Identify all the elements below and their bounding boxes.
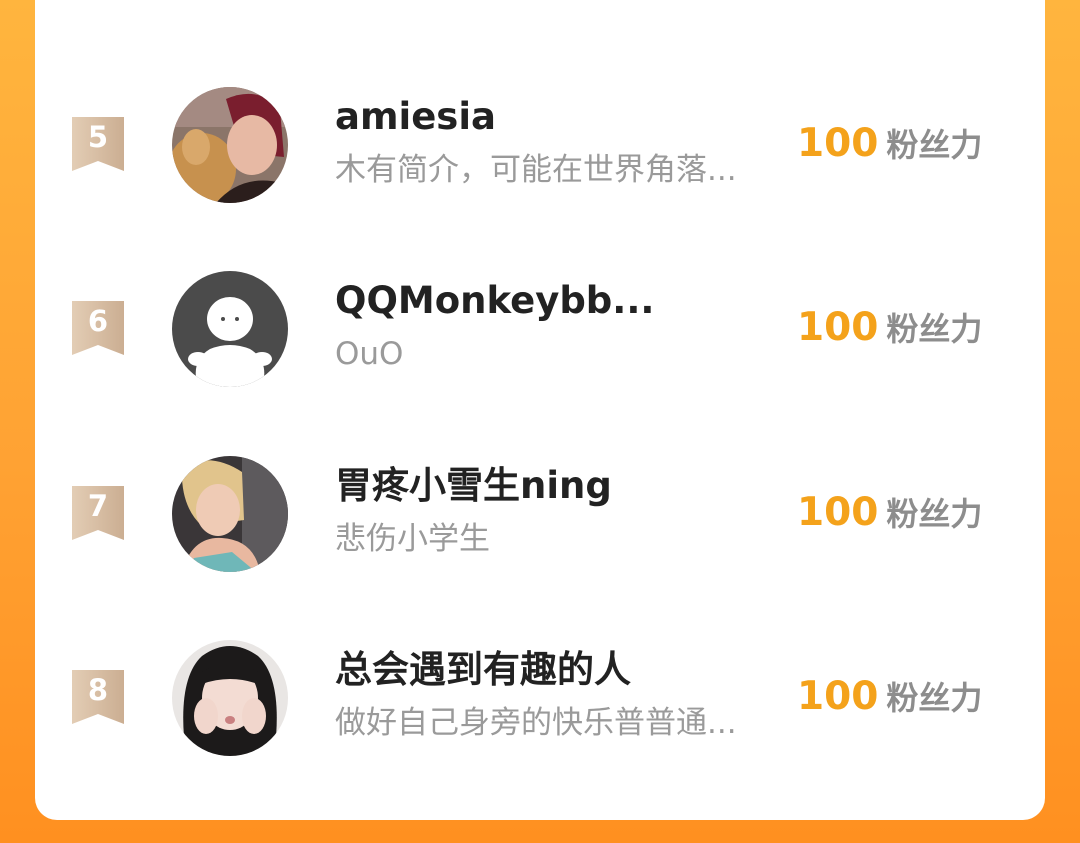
rank-number: 6 <box>87 304 109 338</box>
user-avatar[interactable] <box>172 87 288 203</box>
fan-power-score: 100 粉丝力 <box>797 119 982 169</box>
user-name[interactable]: QQMonkeybb... <box>335 277 755 325</box>
user-bio: OuO <box>335 336 404 372</box>
fan-power-score: 100 粉丝力 <box>797 672 982 722</box>
score-unit: 粉丝力 <box>886 126 983 164</box>
ranking-row[interactable]: 8 总会遇到有趣的人 做好自己身旁的快乐普普通... 100 粉丝力 <box>35 638 1045 758</box>
ranking-row[interactable]: 7 胃疼小雪生ning 悲伤小学生 100 粉丝力 <box>35 454 1045 574</box>
ranking-card: 5 amiesia 木有简介，可能在世界角落... 100 粉丝力 6 QQMo… <box>35 0 1045 820</box>
rank-number: 5 <box>87 120 109 154</box>
score-value: 100 <box>797 305 879 350</box>
user-bio: 做好自己身旁的快乐普普通... <box>335 705 737 741</box>
user-avatar[interactable] <box>172 456 288 572</box>
score-unit: 粉丝力 <box>886 679 983 717</box>
score-value: 100 <box>797 674 879 719</box>
user-bio: 悲伤小学生 <box>335 521 490 557</box>
rank-badge: 5 <box>72 117 124 171</box>
fan-ranking-page: 5 amiesia 木有简介，可能在世界角落... 100 粉丝力 6 QQMo… <box>0 0 1080 843</box>
ranking-row[interactable]: 6 QQMonkeybb... OuO 100 粉丝力 <box>35 269 1045 389</box>
rank-badge: 8 <box>72 670 124 724</box>
user-bio: 木有简介，可能在世界角落... <box>335 152 737 188</box>
score-unit: 粉丝力 <box>886 495 983 533</box>
rank-badge: 7 <box>72 486 124 540</box>
user-name[interactable]: 总会遇到有趣的人 <box>335 646 755 694</box>
score-unit: 粉丝力 <box>886 310 983 348</box>
score-value: 100 <box>797 121 879 166</box>
fan-power-score: 100 粉丝力 <box>797 303 982 353</box>
ranking-row[interactable]: 5 amiesia 木有简介，可能在世界角落... 100 粉丝力 <box>35 85 1045 205</box>
user-name[interactable]: amiesia <box>335 93 755 141</box>
score-value: 100 <box>797 490 879 535</box>
user-avatar[interactable] <box>172 640 288 756</box>
user-name[interactable]: 胃疼小雪生ning <box>335 462 755 510</box>
default-avatar-icon[interactable] <box>172 271 288 387</box>
rank-number: 7 <box>87 489 109 523</box>
rank-badge: 6 <box>72 301 124 355</box>
rank-number: 8 <box>87 673 109 707</box>
fan-power-score: 100 粉丝力 <box>797 488 982 538</box>
